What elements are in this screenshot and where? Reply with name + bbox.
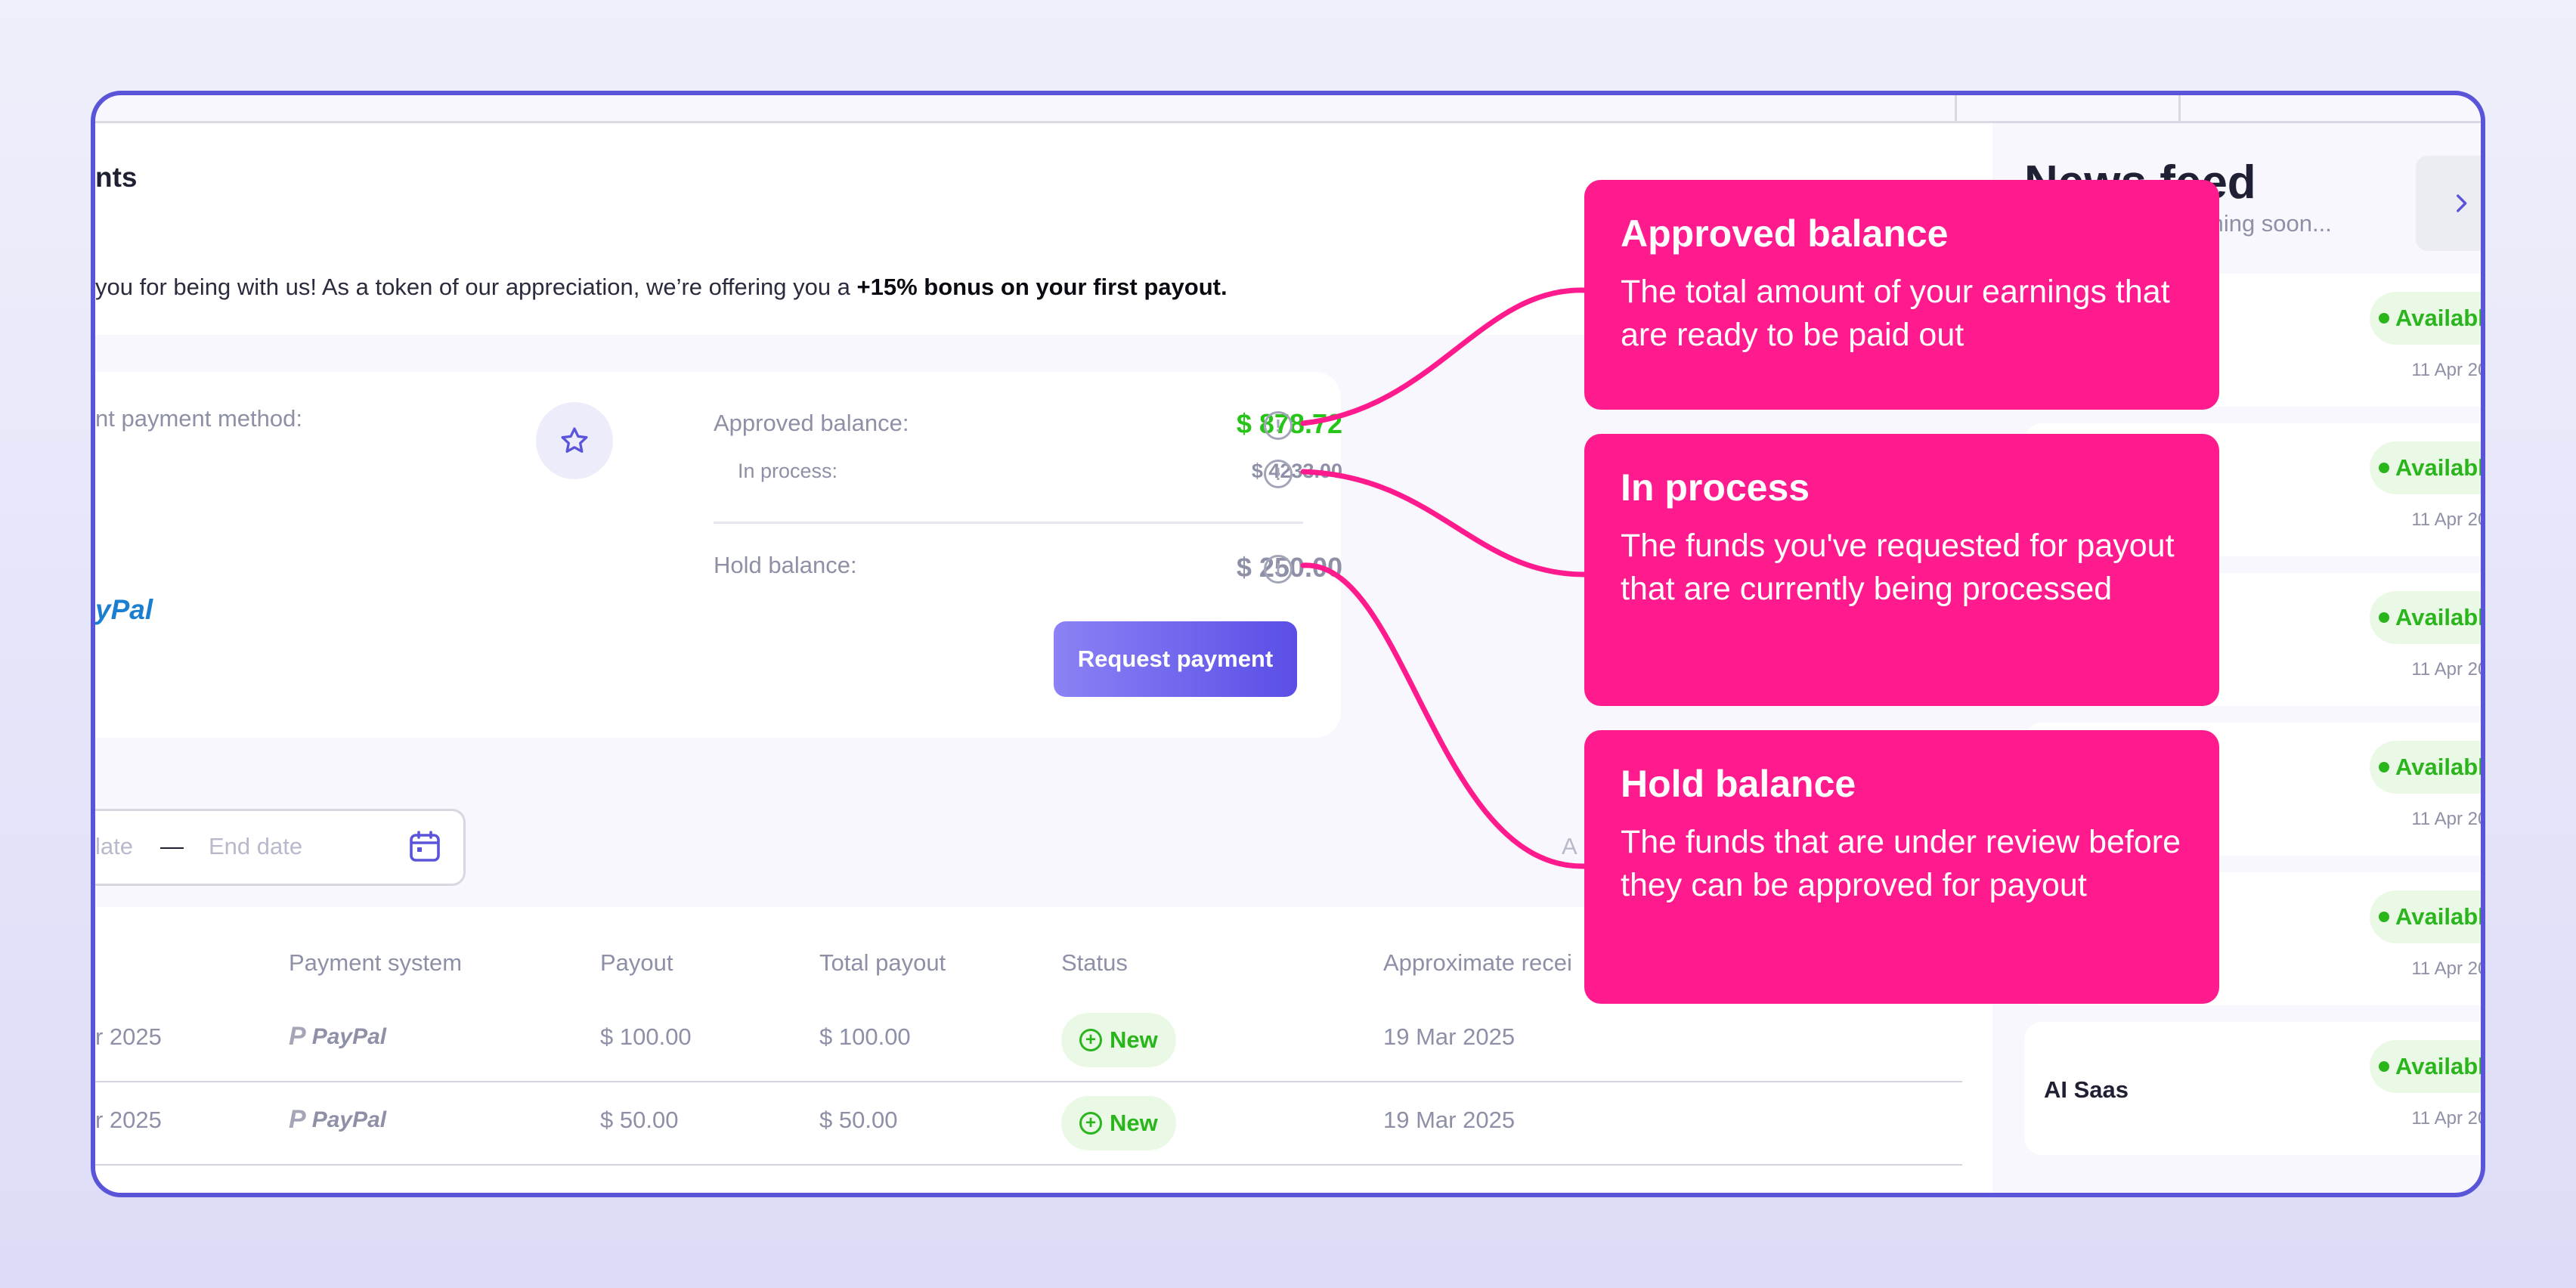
status-dot-icon [2379,612,2390,623]
bonus-message: you for being with us! As a token of our… [95,274,1228,301]
row-receipt-date: 19 Mar 2025 [1383,1023,1516,1050]
paypal-icon: P [289,1022,306,1051]
news-card-date: 11 Apr 2024 [2411,809,2481,829]
in-process-label: In process: [738,460,838,482]
row-receipt-date: 19 Mar 2025 [1383,1107,1516,1133]
balance-divider [714,522,1303,524]
payment-method-label: nt payment method: [95,405,302,432]
status-dot-icon [2379,1061,2390,1072]
status-dot-icon [2379,313,2390,324]
status-dot-icon [2379,463,2390,473]
row-system-name: PayPal [311,1107,387,1132]
page-title: nts [95,162,138,193]
favorite-button[interactable] [536,402,613,479]
start-date-field[interactable]: late [95,833,133,860]
date-separator: — [160,833,184,859]
header-payout: Payout [600,949,673,976]
calendar-icon[interactable] [407,828,443,865]
status-dot-icon [2379,762,2390,772]
header-status: Status [1061,949,1128,976]
status-text: Available [2395,305,2485,331]
row-date: r 2025 [95,1107,162,1133]
plus-circle-icon: + [1079,1112,1102,1135]
annotation-approved-balance: Approved balance The total amount of you… [1584,180,2219,410]
star-icon [561,427,588,453]
status-badge: Available [2370,292,2485,345]
top-column-divider [1955,95,1957,121]
annotation-hold-balance: Hold balance The funds that are under re… [1584,730,2219,1004]
news-card-date: 11 Apr 2024 [2411,659,2481,680]
annotation-title: In process [1621,466,1810,509]
bonus-highlight: +15% bonus on your first payout. [856,274,1228,300]
approved-balance-value: $ 878.72 [1236,408,1342,439]
hold-balance-label: Hold balance: [714,552,857,578]
header-approx-receipt: Approximate recei [1383,949,1572,976]
filter-label-partial: A [1562,833,1577,859]
news-card[interactable]: AI Saas Available 11 Apr 2024 [2024,1022,2485,1155]
annotation-description: The total amount of your earnings that a… [1621,274,2170,354]
row-divider [95,1164,1962,1166]
chevron-right-icon [2457,194,2467,212]
row-payout: $ 50.00 [600,1107,679,1133]
status-text: Available [2395,903,2485,930]
status-badge: Available [2370,591,2485,644]
news-card-date: 11 Apr 2024 [2411,958,2481,979]
paypal-icon: P [289,1105,306,1134]
plus-circle-icon: + [1079,1029,1102,1051]
in-process-info-icon[interactable]: ! [1264,460,1293,488]
annotation-description: The funds that are under review before t… [1621,824,2181,904]
status-badge: Available [2370,890,2485,943]
status-badge: + New [1061,1096,1176,1150]
status-text: New [1110,1026,1158,1053]
approved-info-icon[interactable]: ! [1264,411,1293,440]
status-badge: Available [2370,1040,2485,1093]
annotation-in-process: In process The funds you've requested fo… [1584,434,2219,706]
header-payment-system: Payment system [289,949,463,976]
news-card-date: 11 Apr 2024 [2411,360,2481,380]
row-total-payout: $ 100.00 [819,1023,911,1050]
row-divider [95,1081,1962,1082]
news-next-button[interactable] [2416,156,2481,251]
in-process-value: $ 4233.00 [1251,460,1342,482]
annotation-title: Hold balance [1621,763,1856,805]
status-badge: Available [2370,441,2485,494]
news-feed-subtitle: ming soon... [2204,210,2332,237]
status-text: Available [2395,1053,2485,1079]
row-payout: $ 100.00 [600,1023,692,1050]
annotation-description: The funds you've requested for payout th… [1621,528,2175,608]
row-total-payout: $ 50.00 [819,1107,898,1133]
hold-info-icon[interactable]: ! [1264,555,1293,584]
bonus-text: you for being with us! As a token of our… [95,274,857,300]
approved-balance-label: Approved balance: [714,410,909,436]
row-payment-system: P PayPal [289,1022,386,1051]
end-date-field[interactable]: End date [209,833,302,860]
news-card-date: 11 Apr 2024 [2411,1108,2481,1129]
paypal-logo: yPal [95,594,153,625]
status-badge: + New [1061,1013,1176,1067]
header-total-payout: Total payout [819,949,946,976]
request-payment-button[interactable]: Request payment [1054,621,1297,697]
hold-balance-value: $ 250.00 [1236,552,1342,583]
top-column-divider [2178,95,2181,121]
row-system-name: PayPal [311,1023,387,1049]
status-text: Available [2395,454,2485,481]
news-card-date: 11 Apr 2024 [2411,509,2481,530]
annotation-title: Approved balance [1621,212,1949,255]
row-date: r 2025 [95,1023,162,1050]
status-dot-icon [2379,912,2390,922]
row-payment-system: P PayPal [289,1105,386,1135]
status-text: Available [2395,754,2485,780]
status-text: Available [2395,604,2485,630]
news-card-name: AI Saas [2044,1076,2129,1103]
status-text: New [1110,1110,1158,1136]
status-badge: Available [2370,741,2485,794]
